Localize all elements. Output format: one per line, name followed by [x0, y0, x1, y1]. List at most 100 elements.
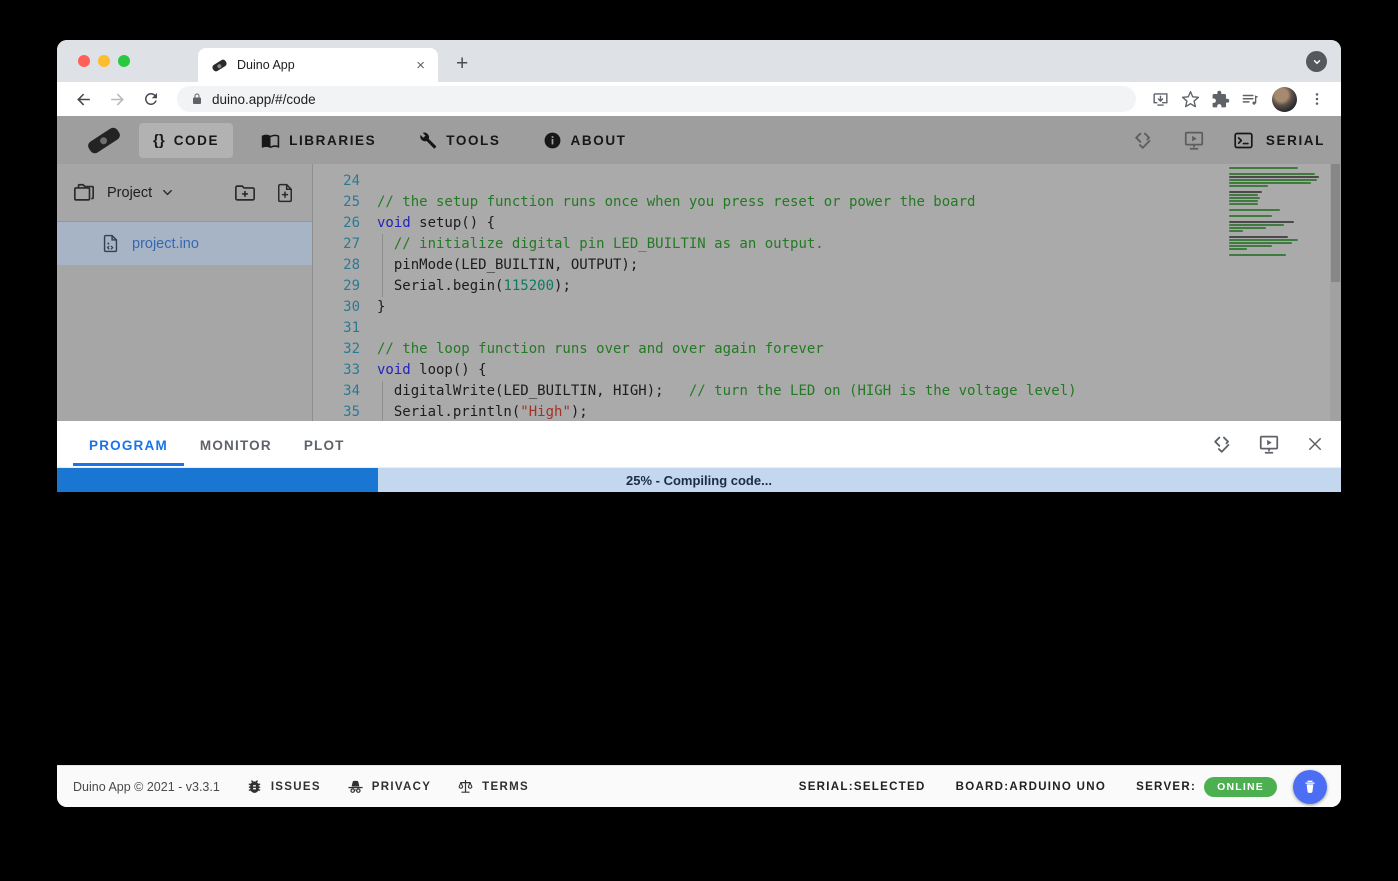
code-line[interactable]: 25// the setup function runs once when y…	[313, 192, 1341, 213]
bug-icon	[246, 778, 263, 795]
bookmark-button[interactable]	[1178, 87, 1202, 111]
line-number: 35	[313, 402, 360, 421]
serial-button[interactable]: SERIAL	[1232, 128, 1325, 152]
star-icon	[1181, 90, 1200, 109]
close-window-button[interactable]	[78, 55, 90, 67]
reload-button[interactable]	[139, 87, 163, 111]
serial-status-value: SELECTED	[854, 781, 926, 793]
code-line[interactable]: 30}	[313, 297, 1341, 318]
chevron-down-icon	[1312, 57, 1322, 67]
code-line[interactable]: 27 // initialize digital pin LED_BUILTIN…	[313, 234, 1341, 255]
url-bar[interactable]: duino.app/#/code	[177, 86, 1136, 112]
code-line[interactable]: 35 Serial.println("High");	[313, 402, 1341, 421]
line-number: 24	[313, 171, 360, 192]
profile-avatar[interactable]	[1272, 87, 1297, 112]
coffee-cup-icon	[1302, 779, 1318, 795]
issues-link[interactable]: ISSUES	[246, 778, 321, 795]
code-line[interactable]: 33void loop() {	[313, 360, 1341, 381]
project-header: Project	[57, 164, 312, 222]
tab-search-button[interactable]	[1306, 51, 1327, 72]
line-number: 29	[313, 276, 360, 297]
panel-verify-button[interactable]	[1211, 432, 1235, 456]
code-line[interactable]: 24	[313, 171, 1341, 192]
upload-code-button[interactable]	[1182, 128, 1206, 152]
scrollbar-thumb[interactable]	[1331, 164, 1340, 282]
nav-code[interactable]: {} CODE	[139, 123, 233, 158]
output-panel-header: PROGRAM MONITOR PLOT	[57, 421, 1341, 468]
project-sidebar: Project project.ino	[57, 164, 313, 421]
traffic-lights	[57, 40, 148, 82]
tab-close-icon[interactable]: ×	[413, 55, 428, 76]
nav-libraries[interactable]: LIBRARIES	[247, 122, 390, 159]
tab-title: Duino App	[237, 58, 413, 72]
back-button[interactable]	[71, 87, 95, 111]
code-editor[interactable]: 2425// the setup function runs once when…	[313, 164, 1341, 421]
privacy-label: PRIVACY	[372, 781, 431, 793]
terms-label: TERMS	[482, 781, 529, 793]
program-output-console[interactable]	[57, 492, 1341, 765]
board-status: BOARD:ARDUINO UNO	[956, 781, 1107, 793]
lock-icon[interactable]	[191, 92, 203, 106]
new-tab-button[interactable]: +	[450, 52, 474, 76]
project-title: Project	[107, 185, 152, 201]
forward-button[interactable]	[105, 87, 129, 111]
code-check-icon	[1133, 129, 1155, 151]
kebab-menu-icon	[1309, 91, 1325, 107]
code-line[interactable]: 31	[313, 318, 1341, 339]
url-text[interactable]: duino.app/#/code	[212, 92, 316, 107]
forward-arrow-icon	[108, 90, 127, 109]
chevron-down-icon	[160, 185, 175, 200]
install-app-button[interactable]	[1148, 87, 1172, 111]
line-number: 26	[313, 213, 360, 234]
tab-plot[interactable]: PLOT	[288, 424, 361, 465]
tab-monitor[interactable]: MONITOR	[184, 424, 288, 465]
incognito-icon	[347, 778, 364, 795]
tab-program[interactable]: PROGRAM	[73, 424, 184, 465]
compile-progress-bar: 25% - Compiling code...	[57, 468, 1341, 492]
line-number: 28	[313, 255, 360, 276]
wrench-icon	[418, 131, 437, 150]
board-status-value: ARDUINO UNO	[1009, 781, 1106, 793]
info-icon	[543, 131, 562, 150]
server-status: SERVER: ONLINE	[1136, 777, 1277, 797]
line-number: 30	[313, 297, 360, 318]
project-dropdown-button[interactable]	[160, 185, 175, 200]
line-number: 25	[313, 192, 360, 213]
monitor-play-icon	[1183, 129, 1205, 151]
file-plus-icon	[275, 183, 295, 203]
nav-about[interactable]: ABOUT	[529, 122, 641, 159]
browser-menu-button[interactable]	[1305, 87, 1329, 111]
code-line[interactable]: 29 Serial.begin(115200);	[313, 276, 1341, 297]
media-controls-button[interactable]	[1238, 87, 1262, 111]
nav-about-label: ABOUT	[571, 133, 627, 148]
privacy-link[interactable]: PRIVACY	[347, 778, 431, 795]
nav-tools[interactable]: TOOLS	[404, 122, 514, 159]
verify-code-button[interactable]	[1132, 128, 1156, 152]
duino-logo-icon[interactable]	[86, 125, 122, 154]
editor-scrollbar[interactable]	[1330, 164, 1341, 421]
file-name: project.ino	[132, 236, 199, 252]
code-line[interactable]: 34 digitalWrite(LED_BUILTIN, HIGH); // t…	[313, 381, 1341, 402]
line-number: 27	[313, 234, 360, 255]
new-folder-button[interactable]	[234, 182, 256, 204]
browser-tab[interactable]: Duino App ×	[198, 48, 438, 82]
addressbar-actions	[1148, 87, 1331, 112]
maximize-window-button[interactable]	[118, 55, 130, 67]
terms-link[interactable]: TERMS	[457, 778, 529, 795]
close-icon	[1306, 435, 1324, 453]
code-line[interactable]: 32// the loop function runs over and ove…	[313, 339, 1341, 360]
file-code-icon	[101, 234, 120, 253]
new-file-button[interactable]	[274, 182, 296, 204]
puzzle-icon	[1211, 90, 1230, 109]
book-icon	[261, 131, 280, 150]
minimize-window-button[interactable]	[98, 55, 110, 67]
editor-minimap[interactable]	[1229, 167, 1327, 253]
code-line[interactable]: 28 pinMode(LED_BUILTIN, OUTPUT);	[313, 255, 1341, 276]
code-line[interactable]: 26void setup() {	[313, 213, 1341, 234]
panel-close-button[interactable]	[1303, 432, 1327, 456]
donate-coffee-button[interactable]	[1293, 770, 1327, 804]
panel-upload-button[interactable]	[1257, 432, 1281, 456]
nav-code-label: CODE	[174, 133, 219, 148]
file-item-project-ino[interactable]: project.ino	[57, 222, 312, 265]
extensions-button[interactable]	[1208, 87, 1232, 111]
